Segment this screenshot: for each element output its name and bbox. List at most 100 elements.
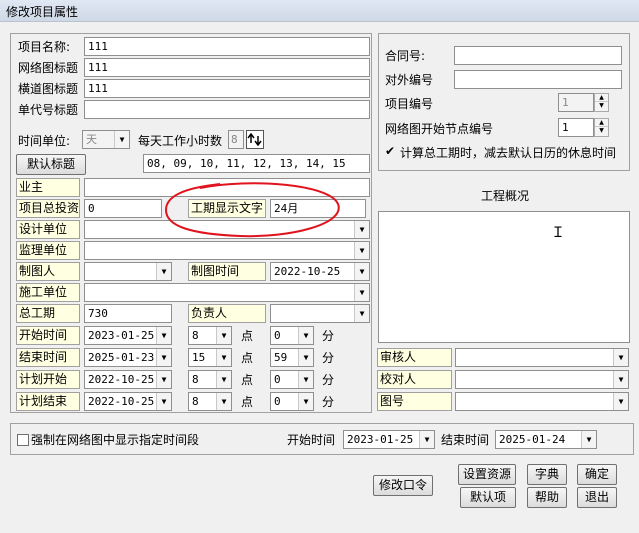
manager-select[interactable]: ▼	[270, 304, 370, 323]
chevron-down-icon: ▼	[581, 431, 596, 448]
end-min-select[interactable]: 59 ▼	[270, 348, 314, 367]
drafter-label: 制图人	[16, 262, 80, 281]
plan-start-date-select[interactable]: 2022-10-25 ▼	[84, 370, 172, 389]
chevron-down-icon: ▼	[354, 284, 369, 301]
bottom-end-select[interactable]: 2025-01-24 ▼	[495, 430, 597, 449]
minute-label: 分	[322, 351, 335, 365]
plan-start-min-select[interactable]: 0 ▼	[270, 370, 314, 389]
ok-button[interactable]: 确定	[577, 464, 617, 485]
plan-end-hour-select[interactable]: 8 ▼	[188, 392, 232, 411]
start-hour-value: 8	[192, 329, 199, 342]
time-unit-label: 时间单位:	[18, 134, 71, 148]
spin-up-icon[interactable]: ▲	[595, 94, 608, 102]
plan-start-min-value: 0	[274, 373, 281, 386]
plan-start-date-value: 2022-10-25	[88, 373, 155, 386]
plan-end-date-select[interactable]: 2022-10-25 ▼	[84, 392, 172, 411]
supervise-unit-label: 监理单位	[16, 241, 80, 260]
draw-time-label: 制图时间	[188, 262, 266, 281]
chevron-down-icon: ▼	[354, 242, 369, 259]
chevron-down-icon: ▼	[613, 349, 628, 366]
overview-label: 工程概况	[481, 189, 530, 203]
minute-label: 分	[322, 373, 335, 387]
network-title-input[interactable]: 111	[84, 58, 370, 77]
spin-down-icon[interactable]: ▼	[595, 127, 608, 135]
chevron-down-icon: ▼	[114, 131, 129, 148]
checker-select[interactable]: ▼	[455, 370, 629, 389]
spin-down-icon[interactable]: ▼	[595, 102, 608, 110]
point-label: 点	[241, 329, 254, 343]
contract-input[interactable]	[454, 46, 622, 65]
total-invest-input[interactable]: 0	[84, 199, 162, 218]
project-code-spinner[interactable]: ▲ ▼	[594, 93, 609, 112]
total-period-input[interactable]: 730	[84, 304, 172, 323]
force-range-label: 强制在网络图中显示指定时间段	[31, 433, 200, 447]
chevron-down-icon: ▼	[354, 221, 369, 238]
start-time-label: 开始时间	[16, 326, 80, 345]
window-title: 修改项目属性	[6, 5, 79, 19]
plan-end-min-value: 0	[274, 395, 281, 408]
start-node-input[interactable]: 1	[558, 118, 594, 137]
plan-start-hour-value: 8	[192, 373, 199, 386]
draw-time-select[interactable]: 2022-10-25 ▼	[270, 262, 370, 281]
set-resource-button[interactable]: 设置资源	[458, 464, 516, 485]
start-node-label: 网络图开始节点编号	[385, 122, 494, 136]
network-title-label: 网络图标题	[18, 61, 79, 75]
help-button[interactable]: 帮助	[527, 487, 567, 508]
spin-up-icon[interactable]: ▲	[595, 119, 608, 127]
reviewer-select[interactable]: ▼	[455, 348, 629, 367]
start-hour-select[interactable]: 8 ▼	[188, 326, 232, 345]
calc-checkbox[interactable]: ✔	[384, 144, 396, 158]
chevron-down-icon: ▼	[156, 349, 171, 366]
design-unit-label: 设计单位	[16, 220, 80, 239]
hours-list-input[interactable]: 08, 09, 10, 11, 12, 13, 14, 15	[143, 154, 370, 173]
code-title-input[interactable]	[84, 100, 370, 119]
dictionary-button[interactable]: 字典	[527, 464, 567, 485]
project-code-input[interactable]: 1	[558, 93, 594, 112]
plan-end-min-select[interactable]: 0 ▼	[270, 392, 314, 411]
start-node-spinner[interactable]: ▲ ▼	[594, 118, 609, 137]
build-unit-select[interactable]: ▼	[84, 283, 370, 302]
plan-start-hour-select[interactable]: 8 ▼	[188, 370, 232, 389]
chevron-down-icon: ▼	[419, 431, 434, 448]
chevron-down-icon: ▼	[298, 393, 313, 410]
chevron-down-icon: ▼	[156, 371, 171, 388]
chevron-down-icon: ▼	[156, 393, 171, 410]
chevron-down-icon: ▼	[216, 393, 231, 410]
checker-label: 校对人	[377, 370, 452, 389]
drawing-no-select[interactable]: ▼	[455, 392, 629, 411]
work-hours-arrow-icon[interactable]	[246, 130, 264, 149]
project-properties-dialog: 修改项目属性 项目名称: 111 网络图标题 111 横道图标题 111 单代号…	[0, 0, 639, 533]
default-title-button[interactable]: 默认标题	[16, 154, 86, 175]
external-code-input[interactable]	[454, 70, 622, 89]
chevron-down-icon: ▼	[216, 371, 231, 388]
chevron-down-icon: ▼	[298, 349, 313, 366]
end-hour-select[interactable]: 15 ▼	[188, 348, 232, 367]
end-date-value: 2025-01-23	[88, 351, 155, 364]
start-min-select[interactable]: 0 ▼	[270, 326, 314, 345]
supervise-unit-select[interactable]: ▼	[84, 241, 370, 260]
project-name-label: 项目名称:	[18, 40, 71, 54]
title-bar: 修改项目属性	[0, 0, 639, 22]
chevron-down-icon: ▼	[216, 327, 231, 344]
work-hours-input[interactable]: 8	[228, 130, 244, 149]
minute-label: 分	[322, 395, 335, 409]
code-title-label: 单代号标题	[18, 103, 79, 117]
time-unit-select[interactable]: 天 ▼	[82, 130, 130, 149]
start-date-select[interactable]: 2023-01-25 ▼	[84, 326, 172, 345]
exit-button[interactable]: 退出	[577, 487, 617, 508]
checkmark-icon: ✔	[384, 144, 396, 158]
default-button[interactable]: 默认项	[460, 487, 516, 508]
chevron-down-icon: ▼	[156, 263, 171, 280]
project-name-input[interactable]: 111	[84, 37, 370, 56]
end-date-select[interactable]: 2025-01-23 ▼	[84, 348, 172, 367]
overview-textarea[interactable]: Ｉ	[378, 211, 630, 343]
bar-title-input[interactable]: 111	[84, 79, 370, 98]
bottom-start-select[interactable]: 2023-01-25 ▼	[343, 430, 435, 449]
force-range-checkbox[interactable]	[17, 434, 29, 446]
point-label: 点	[241, 351, 254, 365]
change-password-button[interactable]: 修改口令	[373, 475, 433, 496]
owner-label: 业主	[16, 178, 80, 197]
external-code-label: 对外编号	[385, 73, 434, 87]
calc-checkbox-label: 计算总工期时，减去默认日历的休息时间	[400, 146, 617, 160]
drafter-select[interactable]: ▼	[84, 262, 172, 281]
